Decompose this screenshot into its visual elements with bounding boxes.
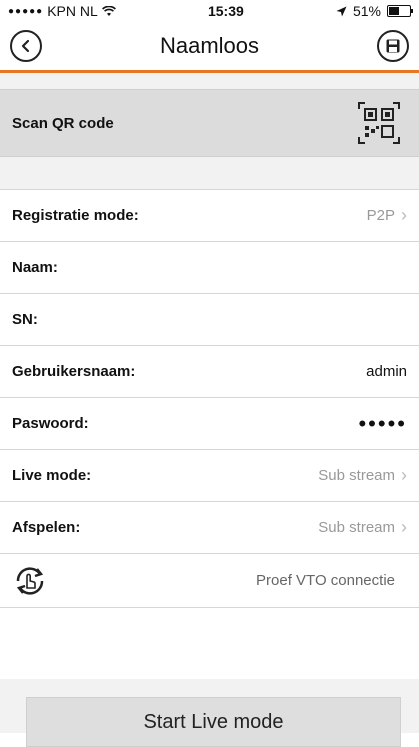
scan-qr-row[interactable]: Scan QR code bbox=[0, 89, 419, 157]
back-button[interactable] bbox=[10, 30, 42, 62]
gebruikersnaam-row[interactable]: Gebruikersnaam: admin bbox=[0, 346, 419, 398]
page-title: Naamloos bbox=[159, 33, 260, 58]
section-spacer bbox=[0, 73, 419, 89]
save-button[interactable] bbox=[377, 30, 409, 62]
naam-label: Naam: bbox=[12, 259, 58, 276]
status-right: 51% bbox=[336, 3, 413, 19]
navbar: Naamloos bbox=[0, 22, 419, 73]
vto-test-label: Proef VTO connectie bbox=[256, 572, 395, 589]
status-time: 15:39 bbox=[207, 3, 244, 19]
afspelen-label: Afspelen: bbox=[12, 519, 81, 536]
afspelen-row[interactable]: Afspelen: Sub stream › bbox=[0, 502, 419, 554]
refresh-touch-icon bbox=[16, 566, 44, 595]
start-live-mode-button[interactable]: Start Live mode bbox=[26, 697, 401, 747]
registratie-mode-row[interactable]: Registratie mode: P2P › bbox=[0, 189, 419, 242]
gebruikersnaam-label: Gebruikersnaam: bbox=[12, 363, 136, 380]
live-mode-row[interactable]: Live mode: Sub stream › bbox=[0, 450, 419, 502]
status-bar: ●●●●● KPN NL 15:39 51% bbox=[0, 0, 419, 22]
gebruikersnaam-field[interactable]: admin bbox=[366, 363, 407, 380]
live-mode-label: Live mode: bbox=[12, 467, 92, 484]
live-mode-value: Sub stream bbox=[318, 467, 395, 484]
sn-row[interactable]: SN: bbox=[0, 294, 419, 346]
chevron-right-icon: › bbox=[401, 205, 407, 225]
carrier-label: KPN NL bbox=[47, 3, 98, 19]
chevron-right-icon: › bbox=[401, 465, 407, 485]
registratie-mode-value: P2P bbox=[366, 207, 395, 224]
sn-label: SN: bbox=[12, 311, 38, 328]
qr-code-icon bbox=[358, 102, 400, 144]
chevron-left-icon bbox=[21, 39, 30, 53]
live-mode-value-wrap: Sub stream › bbox=[318, 465, 407, 486]
paswoord-row[interactable]: Paswoord: ••••• bbox=[0, 398, 419, 450]
floppy-disk-icon bbox=[386, 39, 400, 53]
paswoord-field[interactable]: ••••• bbox=[358, 411, 407, 437]
battery-fill bbox=[389, 7, 399, 15]
signal-strength-icon: ●●●●● bbox=[8, 5, 44, 17]
afspelen-value-wrap: Sub stream › bbox=[318, 517, 407, 538]
vto-test-row[interactable]: Proef VTO connectie bbox=[0, 554, 419, 608]
naam-row[interactable]: Naam: bbox=[0, 242, 419, 294]
afspelen-value: Sub stream bbox=[318, 519, 395, 536]
wifi-icon bbox=[101, 5, 116, 16]
registratie-mode-value-wrap: P2P › bbox=[367, 205, 407, 226]
section-spacer bbox=[0, 157, 419, 189]
battery-tip bbox=[411, 9, 413, 13]
status-left: ●●●●● KPN NL bbox=[8, 3, 116, 19]
battery-percent: 51% bbox=[352, 3, 381, 19]
paswoord-label: Paswoord: bbox=[12, 415, 89, 432]
chevron-right-icon: › bbox=[401, 517, 407, 537]
registratie-mode-label: Registratie mode: bbox=[12, 207, 139, 224]
battery-icon bbox=[387, 5, 413, 17]
scan-qr-label: Scan QR code bbox=[12, 114, 114, 132]
location-arrow-icon bbox=[336, 6, 347, 16]
settings-list: Registratie mode: P2P › Naam: SN: Gebrui… bbox=[0, 189, 419, 608]
